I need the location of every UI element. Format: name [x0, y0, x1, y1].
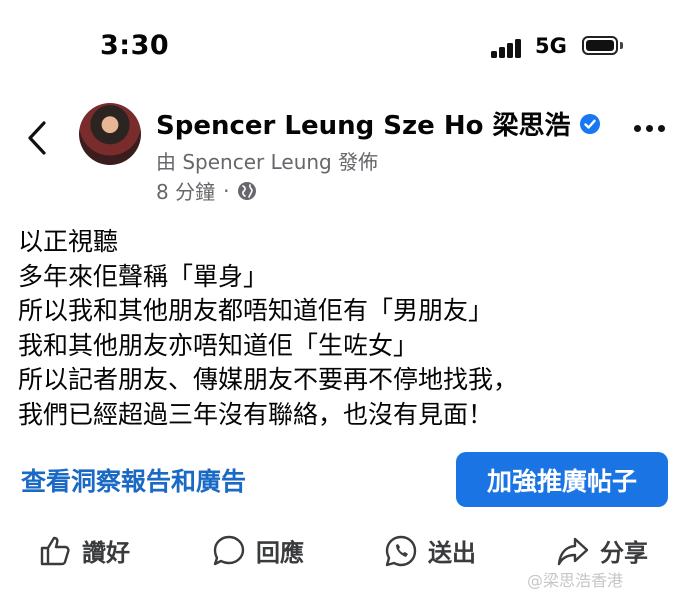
comment-bubble-icon [213, 535, 245, 565]
post-line: 所以我和其他朋友都唔知道佢有「男朋友」 [18, 296, 494, 326]
post-line: 所以記者朋友、傳媒朋友不要再不停地找我， [18, 365, 519, 395]
status-time: 3:30 [100, 30, 170, 61]
like-label: 讚好 [82, 539, 130, 567]
whatsapp-icon [385, 535, 417, 566]
send-label: 送出 [428, 539, 476, 567]
more-dot [634, 125, 641, 132]
share-label: 分享 [600, 539, 648, 567]
post-line: 多年來佢聲稱「單身」 [18, 261, 269, 291]
thumbs-up-icon [40, 536, 70, 565]
post-line: 我們已經超過三年沒有聯絡，也沒有見面！ [18, 399, 494, 429]
post-line: 以正視聽 [18, 227, 119, 256]
comment-button[interactable]: 回應 [212, 533, 304, 568]
share-button[interactable]: 分享 [556, 533, 648, 568]
like-button[interactable]: 讚好 [38, 533, 130, 568]
more-dot [646, 125, 653, 132]
post-body: 以正視聽 多年來佢聲稱「單身」 所以我和其他朋友都唔知道佢有「男朋友」 我和其他… [18, 225, 678, 433]
globe-icon [238, 181, 257, 200]
more-dot [658, 125, 665, 132]
view-insights-link[interactable]: 查看洞察報告和廣告 [21, 462, 246, 498]
author-name-text: Spencer Leung Sze Ho 梁思浩 [156, 111, 571, 141]
send-button[interactable]: 送出 [384, 533, 476, 568]
chevron-left-icon [28, 121, 46, 155]
meta-separator: · [223, 178, 230, 203]
cellular-signal-icon [491, 38, 525, 58]
watermark: @梁思浩香港 [527, 571, 624, 590]
avatar[interactable] [79, 103, 141, 165]
published-by: 由 Spencer Leung 發佈 [156, 150, 379, 174]
comment-label: 回應 [256, 539, 304, 567]
post-line: 我和其他朋友亦唔知道佢「生咗女」 [18, 330, 419, 360]
post-meta: 8 分鐘 · [156, 176, 257, 205]
network-type: 5G [535, 34, 567, 58]
author-name[interactable]: Spencer Leung Sze Ho 梁思浩 [156, 105, 601, 142]
share-arrow-icon [557, 537, 589, 565]
back-button[interactable] [22, 118, 54, 158]
battery-icon [582, 36, 618, 55]
boost-post-button[interactable]: 加強推廣帖子 [456, 452, 668, 507]
verified-badge-icon [579, 113, 600, 134]
post-time[interactable]: 8 分鐘 [156, 176, 215, 205]
battery-cap [620, 42, 623, 49]
more-options-button[interactable] [634, 125, 665, 132]
